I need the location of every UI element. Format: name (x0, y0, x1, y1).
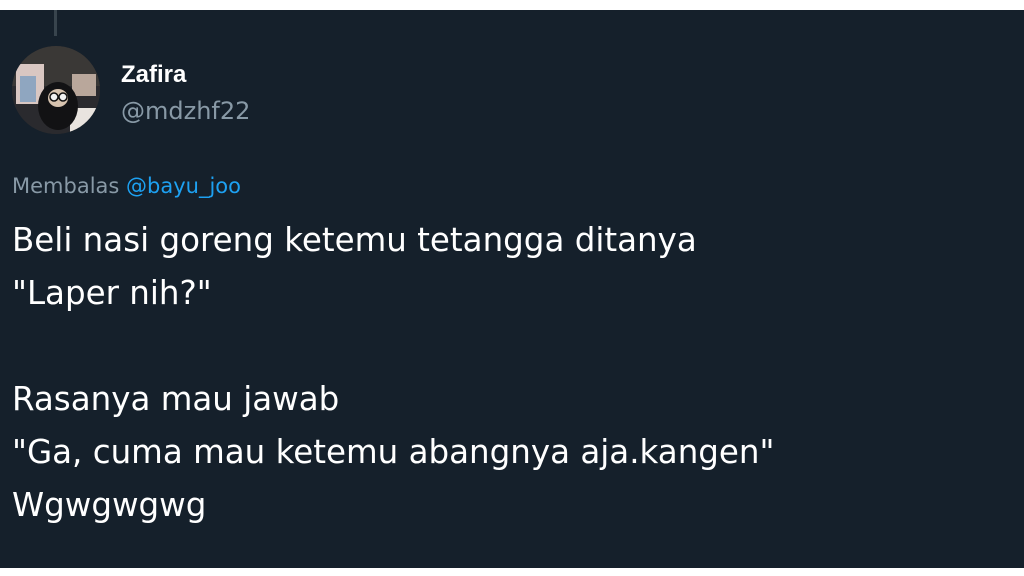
tweet-text-line-blank (12, 320, 774, 373)
author-handle[interactable]: @mdzhf22 (121, 94, 250, 128)
tweet-text: Beli nasi goreng ketemu tetangga ditanya… (12, 214, 774, 532)
tweet-author: Zafira @mdzhf22 (121, 60, 250, 128)
avatar[interactable] (12, 46, 100, 134)
reply-prefix: Membalas (12, 174, 120, 198)
tweet-text-line: Wgwgwgwg (12, 486, 207, 524)
tweet-text-line: Beli nasi goreng ketemu tetangga ditanya (12, 221, 697, 259)
reply-context: Membalas @bayu_joo (12, 172, 241, 200)
avatar-image (12, 46, 100, 134)
thread-connector-line (54, 10, 57, 36)
tweet-text-line: "Ga, cuma mau ketemu abangnya aja.kangen… (12, 433, 775, 471)
tweet-card: Zafira @mdzhf22 Membalas @bayu_joo Beli … (0, 10, 1024, 568)
reply-mention-link[interactable]: @bayu_joo (126, 174, 241, 198)
author-display-name[interactable]: Zafira (121, 60, 250, 90)
tweet-text-line: "Laper nih?" (12, 274, 212, 312)
tweet-text-line: Rasanya mau jawab (12, 380, 340, 418)
